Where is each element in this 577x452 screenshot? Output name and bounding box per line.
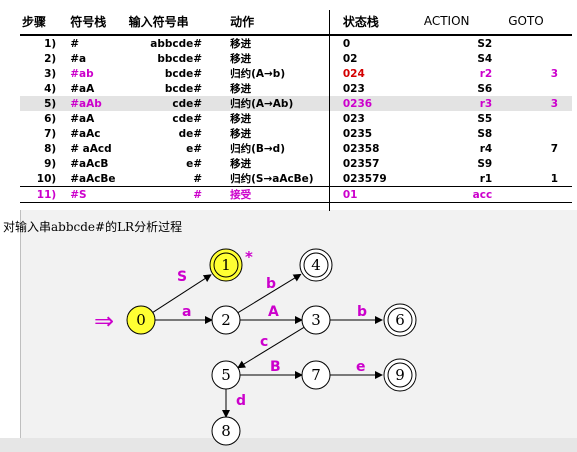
dfa-state-label: 6 (395, 311, 405, 329)
dfa-edge-label: d (236, 393, 246, 409)
dfa-state-8: 8 (211, 416, 241, 446)
dfa-diagram: 012 3456789 SabA bcB ed ⇒ * (94, 248, 417, 446)
dfa-state-9: 9 (383, 358, 417, 392)
dfa-state-label: 0 (136, 311, 146, 329)
dfa-state-2: 2 (211, 305, 241, 335)
dfa-state-label: 3 (311, 311, 321, 329)
dfa-edge-label: A (268, 304, 279, 320)
dfa-state-4: 4 (299, 248, 333, 282)
dfa-state-1: 1 (209, 248, 243, 282)
dfa-state-label: 2 (221, 311, 231, 329)
dfa-state-label: 4 (311, 256, 321, 274)
dfa-edge-label: b (357, 304, 367, 320)
dfa-edge-label: b (266, 276, 276, 292)
dfa-edge-label: S (177, 269, 187, 285)
start-arrow-icon: ⇒ (94, 307, 114, 335)
dfa-state-3: 3 (301, 305, 331, 335)
dfa-state-label: 9 (395, 366, 405, 384)
dfa-edge-label: a (182, 304, 191, 320)
dfa-edge-label: B (270, 359, 281, 375)
dfa-state-7: 7 (301, 360, 331, 390)
dfa-state-label: 7 (311, 366, 321, 384)
dfa-edge-label: e (356, 359, 366, 375)
dfa-state-0: 0 (126, 305, 156, 335)
dfa-state-label: 1 (221, 256, 231, 274)
dfa-state-label: 5 (221, 366, 231, 384)
dfa-state-5: 5 (211, 360, 241, 390)
accept-star-icon: * (245, 248, 253, 266)
dfa-state-6: 6 (383, 303, 417, 337)
dfa-state-label: 8 (221, 422, 231, 440)
dfa-edge-label: c (260, 334, 268, 350)
